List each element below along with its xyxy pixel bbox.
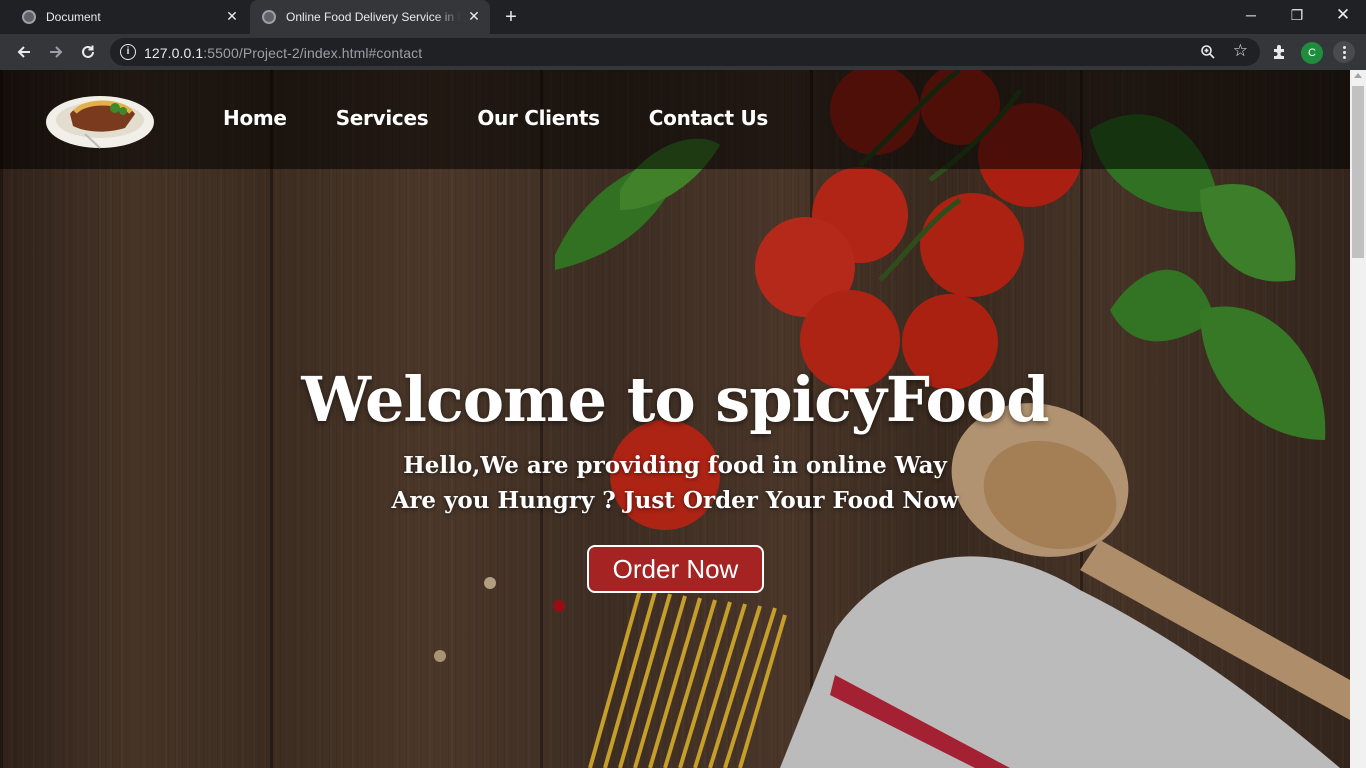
- order-now-button[interactable]: Order Now: [587, 545, 764, 593]
- zoom-icon[interactable]: [1200, 44, 1216, 60]
- tab-document[interactable]: Document ✕: [8, 0, 248, 34]
- hero-heading: Welcome to spicyFood: [301, 363, 1049, 436]
- back-button[interactable]: [12, 40, 36, 64]
- tab-food-delivery[interactable]: Online Food Delivery Service in In ✕: [250, 0, 490, 34]
- reload-icon: [82, 45, 94, 58]
- tab-title: Document: [46, 10, 101, 24]
- extensions-puzzle-icon[interactable]: [1270, 42, 1290, 62]
- minimize-button[interactable]: ─: [1228, 0, 1274, 30]
- back-arrow-icon: [17, 46, 30, 58]
- nav-links: Home Services Our Clients Contact Us: [223, 106, 817, 130]
- scrollbar-thumb[interactable]: [1352, 86, 1364, 258]
- url-text: 127.0.0.1:5500/Project-2/index.html#cont…: [144, 45, 423, 61]
- tab-title: Online Food Delivery Service in In: [286, 10, 461, 24]
- address-bar[interactable]: i 127.0.0.1:5500/Project-2/index.html#co…: [110, 38, 1260, 66]
- scroll-up-arrow-icon[interactable]: [1354, 73, 1362, 78]
- nav-home-link[interactable]: Home: [223, 106, 287, 130]
- site-info-icon[interactable]: i: [120, 44, 136, 60]
- food-plate-logo[interactable]: [45, 84, 155, 150]
- hero-tagline-1: Hello,We are providing food in online Wa…: [403, 452, 947, 479]
- page-scrollbar[interactable]: [1350, 70, 1366, 768]
- hero-tagline-2: Are you Hungry ? Just Order Your Food No…: [391, 487, 959, 514]
- nav-our-clients-link[interactable]: Our Clients: [477, 106, 600, 130]
- globe-icon: [262, 10, 276, 24]
- restore-button[interactable]: ❐: [1274, 0, 1320, 30]
- page-viewport: Home Services Our Clients Contact Us Wel…: [0, 70, 1366, 768]
- reload-button[interactable]: [76, 40, 100, 64]
- nav-services-link[interactable]: Services: [336, 106, 429, 130]
- close-window-button[interactable]: ✕: [1320, 0, 1366, 30]
- bookmark-star-icon[interactable]: ☆: [1233, 41, 1248, 61]
- tab-strip: Document ✕ Online Food Delivery Service …: [0, 0, 1366, 34]
- hero-text: Welcome to spicyFood Hello,We are provid…: [0, 363, 1350, 518]
- profile-avatar[interactable]: C: [1301, 42, 1323, 64]
- browser-menu-icon[interactable]: [1333, 41, 1355, 63]
- new-tab-button[interactable]: +: [500, 6, 522, 28]
- forward-arrow-icon: [50, 46, 63, 58]
- close-tab-icon[interactable]: ✕: [466, 8, 482, 24]
- browser-toolbar: i 127.0.0.1:5500/Project-2/index.html#co…: [0, 34, 1366, 70]
- close-tab-icon[interactable]: ✕: [224, 8, 240, 24]
- globe-icon: [22, 10, 36, 24]
- forward-button[interactable]: [44, 40, 68, 64]
- site-navbar: Home Services Our Clients Contact Us: [0, 70, 1350, 169]
- nav-contact-us-link[interactable]: Contact Us: [649, 106, 769, 130]
